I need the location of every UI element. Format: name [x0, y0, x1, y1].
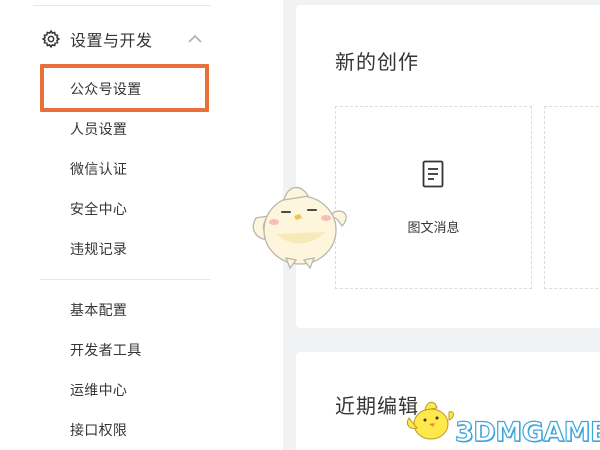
sidebar-item-staff-settings[interactable]: 人员设置 — [70, 119, 127, 139]
watermark-mascot-icon — [406, 401, 454, 440]
sidebar-item-account-settings[interactable]: 公众号设置 — [70, 79, 142, 99]
gear-icon — [41, 29, 61, 49]
sidebar-divider — [40, 279, 211, 280]
sidebar-item-api-permissions[interactable]: 接口权限 — [70, 420, 127, 440]
sidebar-item-ops-center[interactable]: 运维中心 — [70, 380, 127, 400]
sidebar-section-settings-dev[interactable]: 设置与开发 — [41, 26, 211, 52]
create-tile-partial[interactable] — [544, 106, 600, 289]
sidebar-item-wechat-verification[interactable]: 微信认证 — [70, 159, 127, 179]
sidebar: 设置与开发 公众号设置 人员设置 微信认证 安全中心 违规记录 基本配置 开发者… — [0, 0, 283, 450]
create-article-tile[interactable]: 图文消息 — [335, 106, 532, 289]
sidebar-item-developer-tools[interactable]: 开发者工具 — [70, 340, 142, 360]
sidebar-section-label: 设置与开发 — [70, 31, 153, 50]
new-creation-title: 新的创作 — [335, 50, 419, 74]
create-article-label: 图文消息 — [407, 221, 460, 236]
document-icon — [422, 160, 444, 188]
sidebar-item-security-center[interactable]: 安全中心 — [70, 199, 127, 219]
chevron-up-icon[interactable] — [186, 30, 204, 48]
sidebar-item-violation-records[interactable]: 违规记录 — [70, 239, 127, 259]
new-creation-card: 新的创作 图文消息 — [296, 5, 600, 328]
screenshot-stage: 设置与开发 公众号设置 人员设置 微信认证 安全中心 违规记录 基本配置 开发者… — [0, 0, 600, 450]
sidebar-item-basic-config[interactable]: 基本配置 — [70, 300, 127, 320]
mascot-sticker — [252, 186, 347, 270]
watermark-text: 3DMGAME — [454, 416, 600, 448]
sidebar-divider — [33, 5, 211, 6]
